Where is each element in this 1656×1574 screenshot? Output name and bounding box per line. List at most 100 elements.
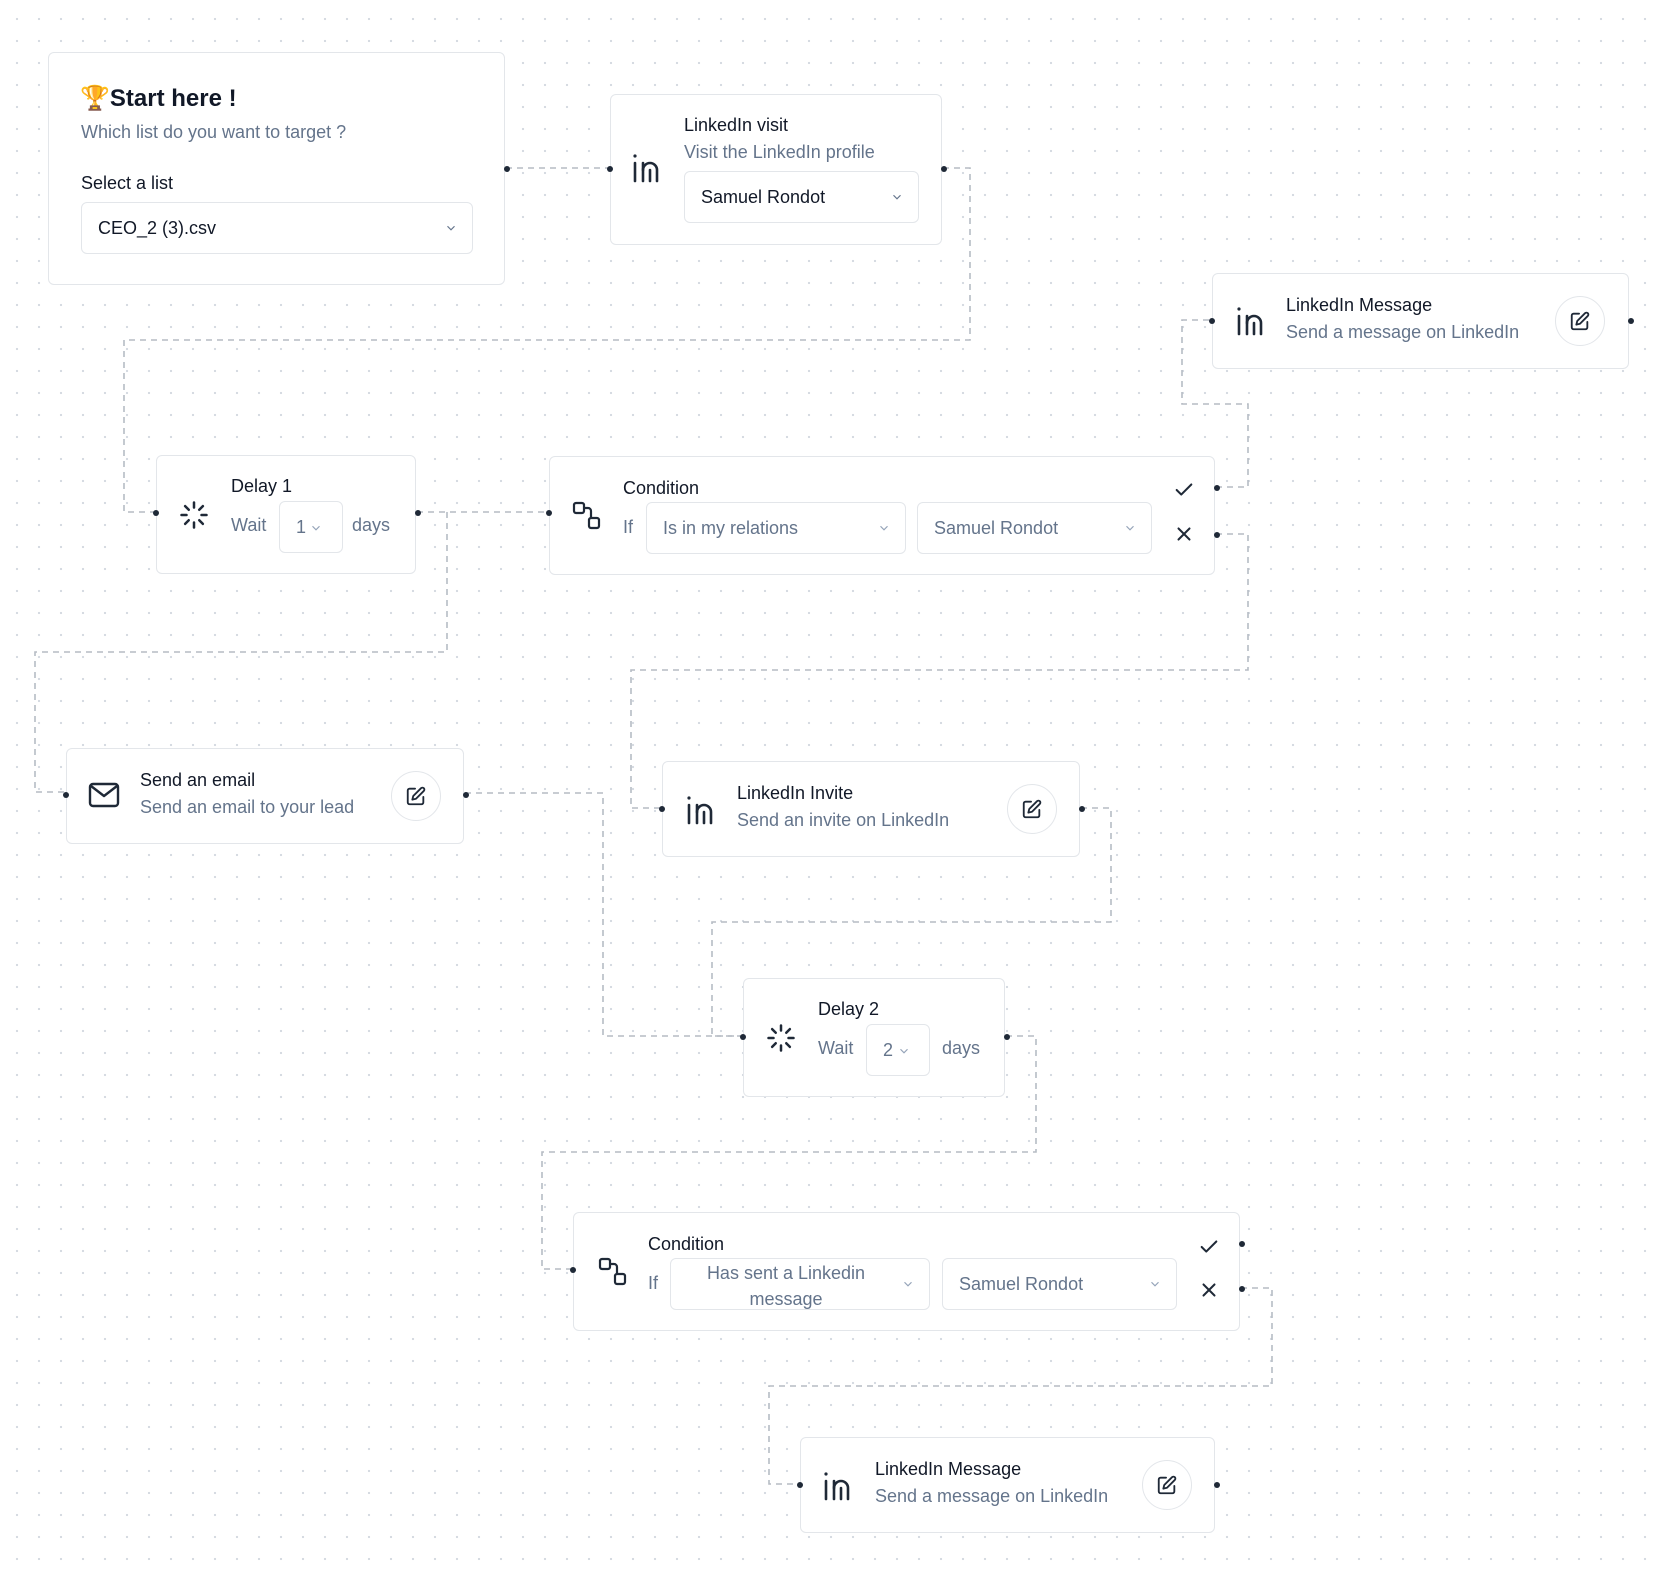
- delay-title: Delay 2: [818, 999, 880, 1019]
- linkedin-message-node-2[interactable]: LinkedIn Message Send a message on Linke…: [797, 1437, 1220, 1533]
- start-output-handle[interactable]: [504, 166, 510, 172]
- linkedin-icon: [633, 154, 659, 183]
- chevron-down-icon: [447, 225, 455, 231]
- linkedin-icon: [1237, 307, 1263, 336]
- condition-rule-select[interactable]: Is in my relations: [646, 502, 906, 554]
- delay-output-handle[interactable]: [415, 510, 421, 516]
- condition-rule-value: Has sent a Linkedin message: [671, 1260, 901, 1312]
- send-email-input-handle[interactable]: [63, 792, 69, 798]
- linkedin-invite-title: LinkedIn Invite: [737, 783, 854, 803]
- send-email-node[interactable]: Send an email Send an email to your lead: [63, 748, 469, 844]
- delay-input-handle[interactable]: [740, 1034, 746, 1040]
- condition-account-select[interactable]: Samuel Rondot: [942, 1258, 1177, 1310]
- edit-button[interactable]: [1007, 784, 1057, 834]
- linkedin-message-subtitle: Send a message on LinkedIn: [875, 1486, 1109, 1506]
- edit-icon: [406, 786, 426, 806]
- linkedin-message-node-1[interactable]: LinkedIn Message Send a message on Linke…: [1209, 273, 1634, 369]
- condition-title: Condition: [623, 478, 700, 498]
- start-node: 🏆Start here ! Which list do you want to …: [48, 52, 510, 285]
- delay-title: Delay 1: [231, 476, 293, 496]
- edit-button[interactable]: [1142, 1460, 1192, 1510]
- linkedin-invite-output-handle[interactable]: [1079, 806, 1085, 812]
- if-label: If: [648, 1273, 659, 1293]
- send-email-subtitle: Send an email to your lead: [140, 797, 355, 817]
- linkedin-visit-node[interactable]: LinkedIn visit Visit the LinkedIn profil…: [607, 94, 947, 245]
- condition-input-handle[interactable]: [546, 510, 552, 516]
- linkedin-message-title: LinkedIn Message: [875, 1459, 1022, 1479]
- branch-icon: [598, 1257, 627, 1286]
- start-title: 🏆Start here !: [80, 84, 237, 113]
- edit-icon: [1157, 1475, 1177, 1495]
- delay-value: 1: [296, 516, 307, 537]
- trophy-icon: 🏆: [80, 85, 110, 112]
- edit-button[interactable]: [1555, 296, 1605, 346]
- condition-yes-handle[interactable]: [1214, 485, 1220, 491]
- check-icon: [1200, 1240, 1218, 1253]
- wait-label: Wait: [231, 515, 267, 535]
- linkedin-invite-input-handle[interactable]: [659, 806, 665, 812]
- list-select-value: CEO_2 (3).csv: [98, 217, 217, 238]
- chevron-down-icon: [1151, 1281, 1159, 1287]
- days-label: days: [352, 515, 391, 535]
- condition-rule-select[interactable]: Has sent a Linkedin message: [670, 1258, 930, 1310]
- chevron-down-icon: [312, 525, 320, 531]
- check-icon: [1175, 483, 1193, 496]
- account-select-value: Samuel Rondot: [701, 186, 826, 207]
- linkedin-message-output-handle[interactable]: [1628, 318, 1634, 324]
- condition-rule-value: Is in my relations: [663, 517, 799, 538]
- delay-value: 2: [883, 1039, 894, 1060]
- condition-node-1[interactable]: Condition If Is in my relations Samuel R…: [546, 456, 1220, 575]
- linkedin-visit-input-handle[interactable]: [607, 166, 613, 172]
- condition-yes-handle[interactable]: [1239, 1241, 1245, 1247]
- linkedin-visit-title: LinkedIn visit: [684, 115, 789, 135]
- wait-label: Wait: [818, 1038, 854, 1058]
- send-email-title: Send an email: [140, 770, 256, 790]
- delay-input-handle[interactable]: [153, 510, 159, 516]
- loader-icon: [180, 501, 208, 529]
- start-subtitle: Which list do you want to target ?: [81, 122, 347, 142]
- chevron-down-icon: [900, 1048, 908, 1054]
- edit-button[interactable]: [391, 771, 441, 821]
- linkedin-visit-output-handle[interactable]: [941, 166, 947, 172]
- chevron-down-icon: [1126, 525, 1134, 531]
- delay-node-1[interactable]: Delay 1 Wait 1 days: [153, 455, 421, 574]
- condition-rule-line-1: Has sent a Linkedin: [706, 1263, 866, 1283]
- send-email-output-handle[interactable]: [463, 792, 469, 798]
- condition-node-2[interactable]: Condition If Has sent a Linkedin message…: [570, 1212, 1245, 1331]
- chevron-down-icon: [904, 1281, 912, 1287]
- account-select[interactable]: Samuel Rondot: [684, 171, 919, 223]
- condition-account-select[interactable]: Samuel Rondot: [917, 502, 1152, 554]
- days-label: days: [942, 1038, 981, 1058]
- linkedin-message-input-handle[interactable]: [797, 1482, 803, 1488]
- delay-node-2[interactable]: Delay 2 Wait 2 days: [740, 978, 1010, 1097]
- condition-title: Condition: [648, 1234, 725, 1254]
- linkedin-message-input-handle[interactable]: [1209, 318, 1215, 324]
- linkedin-message-subtitle: Send a message on LinkedIn: [1286, 322, 1520, 342]
- chevron-down-icon: [880, 525, 888, 531]
- condition-account-value: Samuel Rondot: [959, 1273, 1084, 1294]
- linkedin-invite-node[interactable]: LinkedIn Invite Send an invite on Linked…: [659, 761, 1085, 857]
- if-label: If: [623, 517, 634, 537]
- x-icon: [1202, 1283, 1216, 1297]
- condition-input-handle[interactable]: [570, 1267, 576, 1273]
- condition-rule-line-2: message: [749, 1289, 823, 1309]
- delay-value-select[interactable]: 1: [279, 501, 343, 553]
- delay-value-select[interactable]: 2: [866, 1024, 930, 1076]
- select-list-label: Select a list: [81, 173, 174, 193]
- chevron-down-icon: [893, 194, 901, 200]
- edit-icon: [1570, 311, 1590, 331]
- start-title-text: Start here !: [109, 85, 237, 112]
- linkedin-message-output-handle[interactable]: [1214, 1482, 1220, 1488]
- condition-account-value: Samuel Rondot: [934, 517, 1059, 538]
- condition-no-handle[interactable]: [1214, 532, 1220, 538]
- mail-icon: [88, 782, 120, 808]
- linkedin-icon: [687, 796, 713, 825]
- linkedin-icon: [824, 1472, 850, 1501]
- condition-no-handle[interactable]: [1239, 1286, 1245, 1292]
- delay-output-handle[interactable]: [1004, 1034, 1010, 1040]
- edit-icon: [1022, 799, 1042, 819]
- list-select[interactable]: CEO_2 (3).csv: [81, 202, 473, 254]
- x-icon: [1177, 527, 1191, 541]
- branch-icon: [572, 501, 601, 530]
- loader-icon: [767, 1024, 795, 1052]
